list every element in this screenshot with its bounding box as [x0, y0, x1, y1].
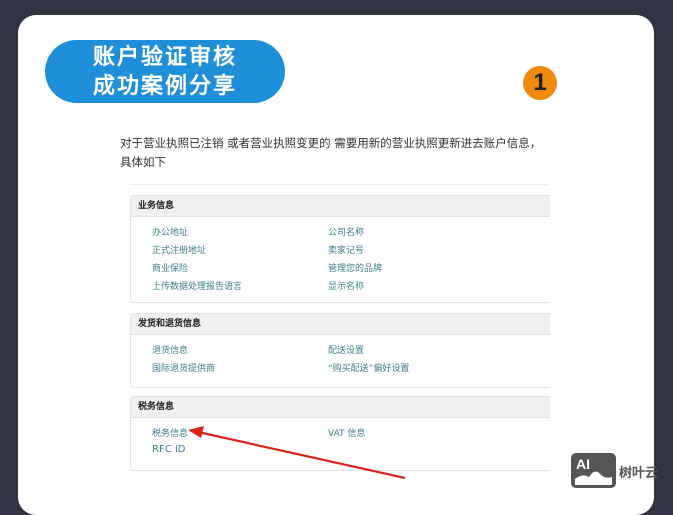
watermark-text: 树叶云	[619, 466, 659, 481]
svg-text:AI: AI	[576, 456, 590, 472]
red-arrow-annotation	[188, 426, 406, 480]
watermark-logo: AI	[571, 453, 616, 488]
